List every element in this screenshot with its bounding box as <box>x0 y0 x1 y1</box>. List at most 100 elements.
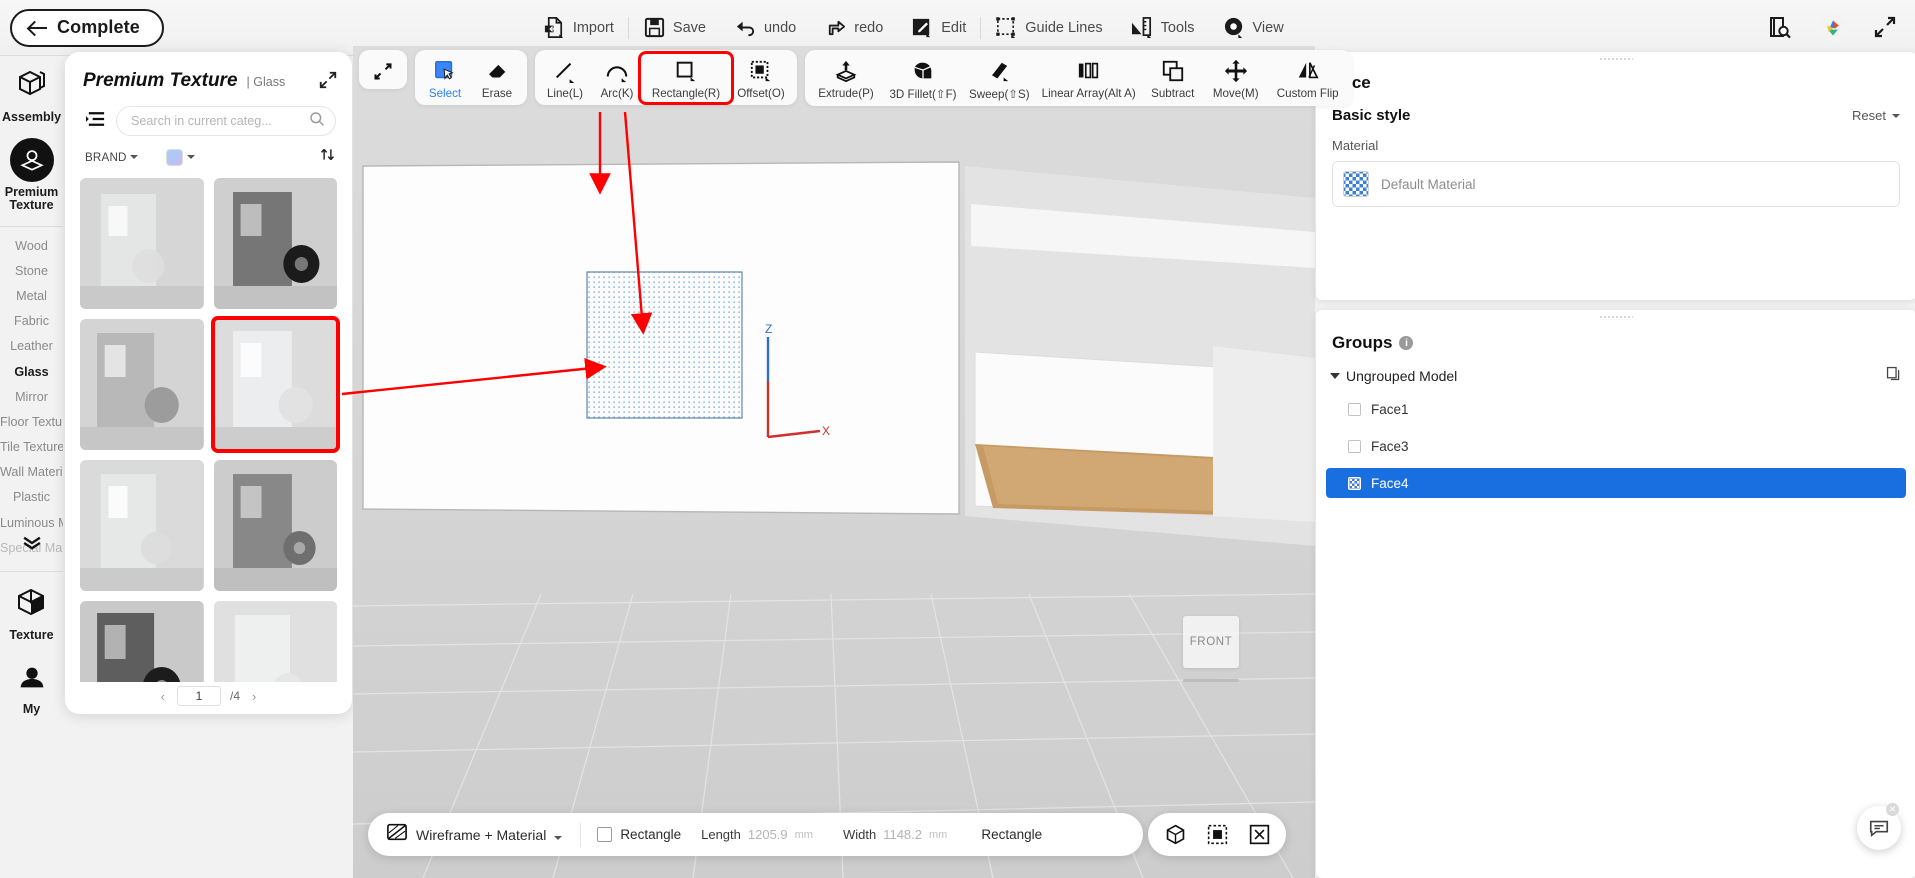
viewport-3d[interactable]: Z X FRONT <box>353 46 1315 878</box>
tool-linear-array[interactable]: Linear Array(Alt A) <box>1036 56 1142 100</box>
assembly-cube-icon <box>12 66 52 107</box>
menu-item-edit[interactable]: Edit <box>897 8 980 48</box>
rail-category-metal[interactable]: Metal <box>0 283 63 308</box>
tool-select[interactable]: Select <box>419 56 471 100</box>
menu-item-view[interactable]: View <box>1209 8 1298 48</box>
render-mode-selector[interactable]: Wireframe + Material <box>378 822 576 847</box>
rail-item-my[interactable]: My <box>15 662 49 716</box>
close-icon[interactable]: ✕ <box>1886 803 1899 816</box>
expand-diagonal-icon[interactable] <box>318 70 338 95</box>
erase-icon <box>485 58 509 84</box>
texture-item-2[interactable] <box>213 178 337 309</box>
fullscreen-icon[interactable] <box>1873 15 1899 41</box>
length-value[interactable]: 1205.9 <box>748 827 788 842</box>
rail-category-wood[interactable]: Wood <box>0 233 63 258</box>
menu-item-save[interactable]: Save <box>629 8 720 48</box>
group-section-ungrouped-model[interactable]: Ungrouped Model <box>1316 353 1915 387</box>
tool-sweep[interactable]: Sweep(⇧S) <box>963 56 1036 101</box>
menu-item-undo[interactable]: undo <box>720 8 810 48</box>
texture-item-8[interactable] <box>213 601 337 682</box>
tool-select-label: Select <box>428 87 462 100</box>
sort-updown-icon[interactable] <box>319 146 336 168</box>
rail-category-glass[interactable]: Glass <box>0 359 63 384</box>
rail-category-wall-material[interactable]: Wall Material <box>0 460 63 485</box>
texture-item-7[interactable] <box>80 601 204 682</box>
shape-type-indicator[interactable]: Rectangle <box>585 827 693 842</box>
group-item-face3[interactable]: Face3 <box>1326 431 1906 461</box>
groups-panel: Groups i Ungrouped Model Face1 Face3 Fac… <box>1316 310 1915 878</box>
fit-view-icon[interactable] <box>1198 818 1236 852</box>
pager-prev-button[interactable]: ‹ <box>158 689 168 704</box>
rail-category-stone[interactable]: Stone <box>0 258 63 283</box>
status-label: Rectangle <box>981 827 1043 842</box>
chevron-double-down-icon[interactable] <box>20 536 44 559</box>
complete-button[interactable]: Complete <box>10 8 164 47</box>
rail-category-mirror[interactable]: Mirror <box>0 384 63 409</box>
menu-item-tools[interactable]: Tools <box>1117 8 1209 48</box>
texture-item-3[interactable] <box>80 319 204 450</box>
width-field[interactable]: Width 1148.2 mm <box>835 827 955 842</box>
texture-item-1[interactable] <box>80 178 204 309</box>
rail-category-leather[interactable]: Leather <box>0 334 63 359</box>
group-item-checkbox[interactable] <box>1348 476 1361 490</box>
menu-item-import[interactable]: Import <box>529 8 628 48</box>
palette-icon[interactable] <box>1819 14 1847 42</box>
menu-item-redo[interactable]: redo <box>810 8 897 48</box>
filter-list-icon[interactable] <box>85 110 106 133</box>
rail-category-floor-texture[interactable]: Floor Texture <box>0 409 63 434</box>
width-value[interactable]: 1148.2 <box>883 827 922 842</box>
texture-item-5[interactable] <box>80 460 204 591</box>
box-view-icon[interactable] <box>1156 818 1194 852</box>
material-label: Material <box>1332 138 1379 153</box>
book-search-icon[interactable] <box>1767 15 1793 41</box>
search-icon[interactable] <box>309 111 325 132</box>
info-icon[interactable]: i <box>1399 336 1414 350</box>
rail-category-plastic[interactable]: Plastic <box>0 485 63 510</box>
group-item-face4[interactable]: Face4 <box>1326 468 1906 498</box>
texture-item-4[interactable] <box>210 316 340 453</box>
rail-item-assembly[interactable]: Assembly <box>2 66 61 124</box>
tool-erase[interactable]: Erase <box>471 56 523 100</box>
tool-extrude[interactable]: Extrude(P) <box>809 56 883 100</box>
tool-arc[interactable]: Arc(K) <box>591 56 643 100</box>
copy-icon[interactable] <box>1885 365 1902 387</box>
rail-item-premium-texture[interactable]: Premium Texture <box>2 138 62 212</box>
group-item-checkbox[interactable] <box>1348 439 1361 453</box>
tool-rectangle[interactable]: Rectangle(R) <box>638 51 734 105</box>
length-field[interactable]: Length 1205.9 mm <box>693 827 821 842</box>
rail-category-tile-texture[interactable]: Tile Texture <box>0 435 63 460</box>
menu-item-guide-lines-label: Guide Lines <box>1025 19 1103 36</box>
search-input[interactable] <box>131 114 309 128</box>
tool-resize[interactable] <box>363 56 403 84</box>
material-card[interactable]: Default Material <box>1332 161 1900 207</box>
tool-custom-flip[interactable]: Custom Flip <box>1268 56 1348 100</box>
texture-search-box[interactable] <box>116 106 336 136</box>
chevron-down-icon-color <box>186 155 195 159</box>
texture-item-6[interactable] <box>213 460 337 591</box>
rail-item-premium-texture-label: Premium Texture <box>4 185 59 212</box>
tool-move[interactable]: Move(M) <box>1204 56 1268 100</box>
brand-dropdown[interactable]: BRAND <box>85 151 138 164</box>
group-item-face1[interactable]: Face1 <box>1326 394 1906 424</box>
close-view-icon[interactable] <box>1240 818 1278 852</box>
rail-item-texture[interactable]: Texture <box>9 586 54 642</box>
group-item-checkbox[interactable] <box>1348 402 1361 416</box>
rail-category-luminous-material[interactable]: Luminous Material <box>0 510 63 535</box>
reset-label: Reset <box>1852 108 1886 123</box>
pager-next-button[interactable]: › <box>249 689 259 704</box>
tool-3d-fillet[interactable]: 3D Fillet(⇧F) <box>883 56 963 101</box>
rail-category-fabric[interactable]: Fabric <box>0 309 63 334</box>
pager-page-input[interactable] <box>176 686 221 706</box>
tool-line-label: Line(L) <box>546 87 584 100</box>
axis-z-label: Z <box>765 322 772 336</box>
tool-offset[interactable]: Offset(O) <box>729 56 793 100</box>
chevron-down-icon-reset <box>1892 113 1900 118</box>
reset-button[interactable]: Reset <box>1852 108 1900 123</box>
menu-item-guide-lines[interactable]: Guide Lines <box>981 8 1116 48</box>
color-dropdown[interactable] <box>165 148 195 166</box>
tool-line[interactable]: Line(L) <box>539 56 591 100</box>
tool-subtract[interactable]: Subtract <box>1142 56 1204 100</box>
view-cube-front[interactable]: FRONT <box>1183 616 1239 668</box>
tool-3d-fillet-label: 3D Fillet(⇧F) <box>889 88 957 101</box>
top-right-actions <box>1767 0 1899 56</box>
